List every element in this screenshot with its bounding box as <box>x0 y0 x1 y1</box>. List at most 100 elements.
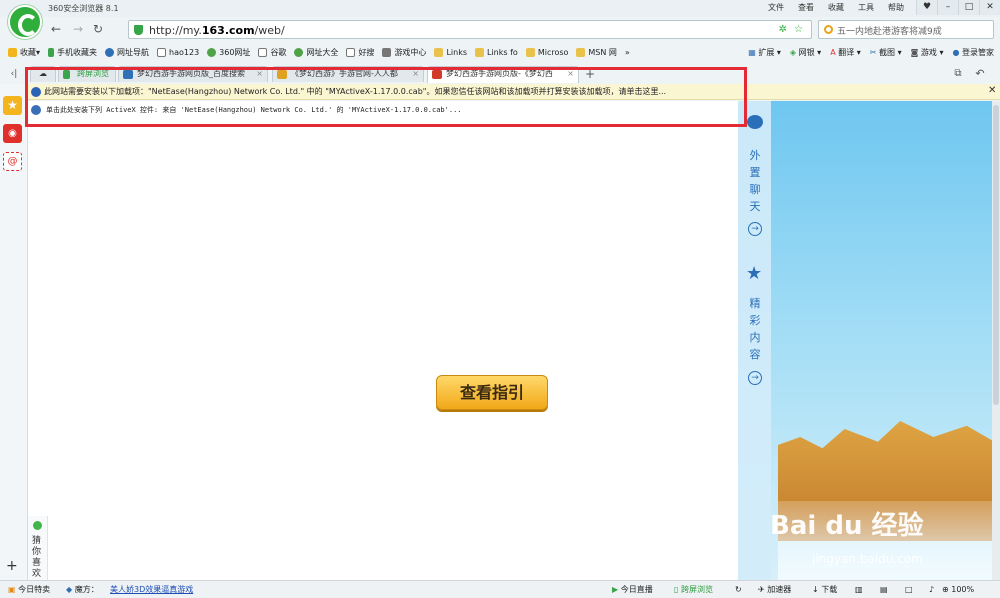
bookmark-mobile[interactable]: 手机收藏夹 <box>48 47 97 58</box>
navigation-bar: ← → ↻ http://my.163.com/web/ ✲ ☆ 五一内地赴港游… <box>44 19 1000 41</box>
bookmark-haosou[interactable]: 好搜 <box>346 47 374 58</box>
bank-button[interactable]: ◈ 网银 ▾ <box>790 47 821 58</box>
bookmark-favorites[interactable]: 收藏 ▾ <box>8 47 40 58</box>
star-favorite-icon[interactable]: ☆ <box>794 24 803 35</box>
favorites-star-icon[interactable]: ★ <box>3 96 22 115</box>
sidebar-toggle-icon[interactable]: ‹| <box>4 64 24 84</box>
bookmarks-more[interactable]: » <box>625 48 630 57</box>
window-icon[interactable]: □ <box>905 581 913 598</box>
login-manager-button[interactable]: ● 登录管家 <box>952 47 994 58</box>
close-button[interactable]: ✕ <box>979 0 1000 15</box>
bookmark-360[interactable]: 360网址 <box>207 47 250 58</box>
menu-tools[interactable]: 工具 <box>858 2 874 13</box>
scrollbar[interactable] <box>992 101 1000 580</box>
gamepad-icon <box>382 47 392 57</box>
restore-tabs-icon[interactable]: ⧉ <box>948 64 968 84</box>
menu-help[interactable]: 帮助 <box>888 2 904 13</box>
bookmark-games[interactable]: 游戏中心 <box>382 47 426 58</box>
speed-mode-icon[interactable]: ✲ <box>779 24 787 35</box>
folder-icon <box>576 47 586 57</box>
recommend-label: 猜你喜欢 <box>32 536 42 579</box>
forward-arrow-icon[interactable]: → <box>68 19 88 39</box>
bookmark-microsoft[interactable]: Microso <box>525 47 568 57</box>
refresh-status-icon[interactable]: ↻ <box>735 581 742 598</box>
download-button[interactable]: ↓ 下载 <box>812 581 837 598</box>
url-text[interactable]: http://my.163.com/web/ <box>149 24 285 37</box>
bookmark-links[interactable]: Links <box>434 47 467 57</box>
search-input[interactable]: 五一内地赴港游客将减9成 <box>837 24 942 37</box>
scrollbar-thumb[interactable] <box>993 105 999 405</box>
gamepad-icon: ◙ <box>910 47 919 57</box>
view-guide-button[interactable]: 查看指引 <box>436 375 548 410</box>
search-box[interactable]: 五一内地赴港游客将减9成 <box>818 20 994 39</box>
translate-icon: A <box>830 47 836 57</box>
grid-icon: ▦ <box>748 47 756 57</box>
chat-arrow-icon[interactable]: → <box>748 222 762 236</box>
zoom-icon: ⊕ <box>942 585 949 594</box>
watermark-url: jingyan.baidu.com <box>812 552 923 566</box>
external-chat-label[interactable]: 外置聊天 <box>748 147 762 215</box>
weibo-icon[interactable]: ◉ <box>3 124 22 143</box>
daily-sale-button[interactable]: ▣ 今日特卖 <box>8 581 50 598</box>
address-bar[interactable]: http://my.163.com/web/ ✲ ☆ <box>128 20 812 39</box>
360-icon <box>294 47 304 57</box>
security-shield-icon <box>134 25 143 35</box>
folder-icon <box>525 47 535 57</box>
translate-button[interactable]: A 翻译 ▾ <box>830 47 861 58</box>
minimize-button[interactable]: – <box>937 0 958 15</box>
games-button[interactable]: ◙ 游戏 ▾ <box>911 47 944 58</box>
status-bar: ▣ 今日特卖 ◆ 魔方： 美人娇3D效果逼真游戏 ▶ 今日直播 ▯ 跨屏浏览 ↻… <box>0 580 1000 598</box>
gift-icon: ▣ <box>8 585 16 594</box>
extensions-button[interactable]: ▦ 扩展 ▾ <box>748 47 781 58</box>
cross-screen-button[interactable]: ▯ 跨屏浏览 <box>674 581 713 598</box>
infobar-close-icon[interactable]: ✕ <box>988 85 996 96</box>
window-controls: ♥ – □ ✕ <box>916 0 1000 15</box>
menu-bar: 文件 查看 收藏 工具 帮助 <box>768 2 904 13</box>
menu-favorites[interactable]: 收藏 <box>828 2 844 13</box>
refresh-icon[interactable]: ↻ <box>88 19 108 39</box>
screenshot-button[interactable]: ✂ 截图 ▾ <box>870 47 902 58</box>
phone-icon <box>48 47 55 57</box>
left-sidebar: ★ ◉ @ + <box>0 84 28 580</box>
cube-icon: ◆ <box>66 585 73 594</box>
star-icon[interactable]: ★ <box>746 263 762 284</box>
bookmark-google[interactable]: 谷歌 <box>258 47 286 58</box>
ad-link[interactable]: 美人娇3D效果逼真游戏 <box>110 581 193 598</box>
recommend-box[interactable]: 猜你喜欢 <box>28 516 48 580</box>
toolbar-right: ▦ 扩展 ▾ ◈ 网银 ▾ A 翻译 ▾ ✂ 截图 ▾ ◙ 游戏 ▾ ● 登录管… <box>748 43 994 61</box>
live-button[interactable]: ▶ 今日直播 <box>612 581 653 598</box>
page-icon <box>157 47 167 57</box>
bookmark-linksfo[interactable]: Links fo <box>475 47 518 57</box>
bookmark-msn[interactable]: MSN 网 <box>576 47 617 58</box>
bookmark-hao123[interactable]: hao123 <box>157 47 199 57</box>
folder-icon <box>434 47 444 57</box>
browser-logo-icon[interactable] <box>8 5 42 39</box>
home-icon[interactable] <box>108 19 128 39</box>
star-icon <box>8 47 17 57</box>
bookmark-daquan[interactable]: 网址大全 <box>294 47 338 58</box>
search-icon <box>824 25 833 34</box>
maximize-button[interactable]: □ <box>958 0 979 15</box>
browser-window: 360安全浏览器 8.1 文件 查看 收藏 工具 帮助 ♥ – □ ✕ ← → … <box>0 0 1000 598</box>
menu-view[interactable]: 查看 <box>798 2 814 13</box>
menu-file[interactable]: 文件 <box>768 2 784 13</box>
featured-arrow-icon[interactable]: → <box>748 371 762 385</box>
chat-bubble-icon[interactable] <box>747 115 763 129</box>
zoom-level[interactable]: ⊕ 100% <box>942 581 974 598</box>
accelerator-button[interactable]: ✈ 加速器 <box>758 581 791 598</box>
download-icon: ↓ <box>812 585 819 594</box>
globe-icon <box>105 47 115 57</box>
screenshot-icon[interactable]: ▤ <box>880 581 888 598</box>
folder-icon <box>475 47 484 57</box>
mail-icon[interactable]: @ <box>3 152 22 171</box>
undo-close-icon[interactable]: ↶ <box>970 64 990 84</box>
skin-icon[interactable]: ♥ <box>916 0 937 15</box>
back-arrow-icon[interactable]: ← <box>46 19 66 39</box>
bookmark-nav[interactable]: 网址导航 <box>105 47 149 58</box>
add-sidebar-plus-icon[interactable]: + <box>6 558 18 574</box>
play-icon: ▶ <box>612 585 619 594</box>
featured-content-label[interactable]: 精彩内容 <box>748 295 762 363</box>
sound-icon[interactable]: ♪ <box>929 581 934 598</box>
trash-icon[interactable]: ▥ <box>855 581 863 598</box>
annotation-highlight-box <box>25 67 747 127</box>
